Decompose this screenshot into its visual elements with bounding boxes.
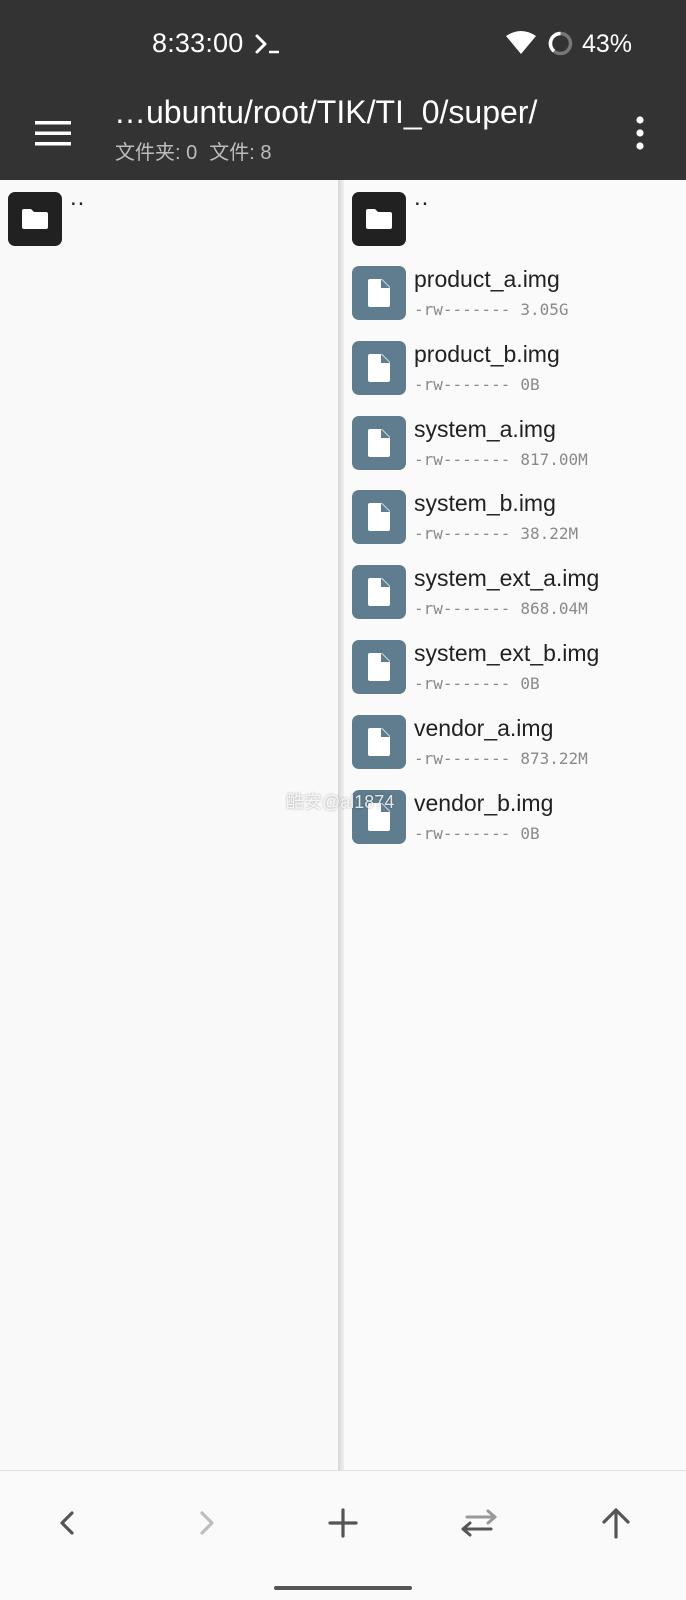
add-button[interactable] — [319, 1499, 367, 1547]
file-perms: -rw------- — [414, 524, 511, 543]
file-name: system_a.img — [414, 416, 556, 442]
battery-ring-icon — [548, 31, 573, 56]
bottom-toolbar — [0, 1470, 686, 1600]
file-meta: -rw------- 873.22M — [414, 749, 588, 768]
app-bar: …ubuntu/root/TIK/TI_0/super/ 文件夹: 0 文件: 8 — [0, 88, 686, 180]
file-name: vendor_a.img — [414, 715, 554, 741]
file-size: 817.00M — [520, 450, 588, 469]
file-size: 0B — [520, 674, 540, 693]
back-icon — [60, 1511, 74, 1535]
back-button[interactable] — [44, 1499, 92, 1547]
file-perms: -rw------- — [414, 674, 511, 693]
file-icon — [352, 416, 406, 470]
file-perms: -rw------- — [414, 375, 511, 394]
file-meta: -rw------- 3.05G — [414, 300, 569, 319]
file-count: 文件: 8 — [209, 142, 272, 164]
file-size: 873.22M — [520, 749, 588, 768]
file-icon — [352, 266, 406, 320]
file-meta: -rw------- 38.22M — [414, 524, 578, 543]
file-icon — [352, 640, 406, 694]
file-name: system_ext_b.img — [414, 640, 600, 666]
parent-dir-label: .. — [414, 184, 430, 211]
file-row[interactable]: system_b.img -rw------- 38.22M — [344, 478, 686, 554]
battery-level: 43% — [582, 30, 633, 58]
file-icon — [352, 565, 406, 619]
file-manager-screen: 8:33:00 43% …ubuntu/root/TIK/TI_0/super/… — [0, 0, 686, 1600]
file-name: system_b.img — [414, 490, 556, 516]
file-perms: -rw------- — [414, 749, 511, 768]
file-meta: -rw------- 0B — [414, 824, 540, 843]
file-icon — [352, 490, 406, 544]
home-indicator[interactable] — [274, 1586, 412, 1590]
file-name: vendor_b.img — [414, 790, 554, 816]
file-row[interactable]: product_a.img -rw------- 3.05G — [344, 254, 686, 330]
folder-icon — [8, 192, 62, 246]
more-vert-icon[interactable] — [622, 108, 658, 158]
file-meta: -rw------- 0B — [414, 375, 540, 394]
file-meta: -rw------- 0B — [414, 674, 540, 693]
file-row[interactable]: system_ext_b.img -rw------- 0B — [344, 628, 686, 704]
file-perms: -rw------- — [414, 450, 511, 469]
parent-dir-row[interactable]: .. — [344, 180, 686, 256]
file-size: 0B — [520, 375, 540, 394]
file-meta: -rw------- 817.00M — [414, 450, 588, 469]
right-pane: .. product_a.img -rw------- 3.05G product… — [344, 180, 686, 1470]
wifi-icon — [506, 31, 536, 54]
file-perms: -rw------- — [414, 300, 511, 319]
forward-button[interactable] — [182, 1499, 230, 1547]
watermark: 酷安@al1874 — [286, 792, 395, 812]
file-row[interactable]: vendor_b.img -rw------- 0B — [344, 778, 686, 854]
file-row[interactable]: vendor_a.img -rw------- 873.22M — [344, 703, 686, 779]
status-bar: 8:33:00 43% — [0, 0, 686, 88]
folder-count: 文件夹: 0 — [115, 142, 198, 164]
item-counts: 文件夹: 0 文件: 8 — [115, 136, 272, 165]
parent-dir-label: .. — [70, 184, 86, 211]
file-perms: -rw------- — [414, 599, 511, 618]
file-icon — [352, 715, 406, 769]
left-pane: .. — [0, 180, 340, 1470]
forward-icon — [200, 1511, 214, 1535]
file-icon — [352, 341, 406, 395]
file-row[interactable]: product_b.img -rw------- 0B — [344, 329, 686, 405]
file-size: 38.22M — [520, 524, 579, 543]
swap-icon — [461, 1509, 497, 1537]
up-directory-button[interactable] — [592, 1499, 640, 1547]
file-row[interactable]: system_a.img -rw------- 817.00M — [344, 404, 686, 480]
file-name: system_ext_a.img — [414, 565, 600, 591]
file-name: product_b.img — [414, 341, 560, 367]
parent-dir-row[interactable]: .. — [0, 180, 340, 256]
swap-panes-button[interactable] — [455, 1499, 503, 1547]
folder-icon — [352, 192, 406, 246]
current-path: …ubuntu/root/TIK/TI_0/super/ — [114, 94, 538, 130]
file-size: 3.05G — [520, 300, 569, 319]
file-row[interactable]: system_ext_a.img -rw------- 868.04M — [344, 553, 686, 629]
add-icon — [328, 1508, 358, 1538]
file-name: product_a.img — [414, 266, 560, 292]
arrow-up-icon — [602, 1508, 630, 1539]
file-size: 0B — [520, 824, 540, 843]
status-time: 8:33:00 — [152, 28, 244, 58]
hamburger-menu-icon[interactable] — [30, 110, 76, 156]
file-size: 868.04M — [520, 599, 588, 618]
terminal-icon — [255, 34, 279, 54]
file-meta: -rw------- 868.04M — [414, 599, 588, 618]
file-perms: -rw------- — [414, 824, 511, 843]
